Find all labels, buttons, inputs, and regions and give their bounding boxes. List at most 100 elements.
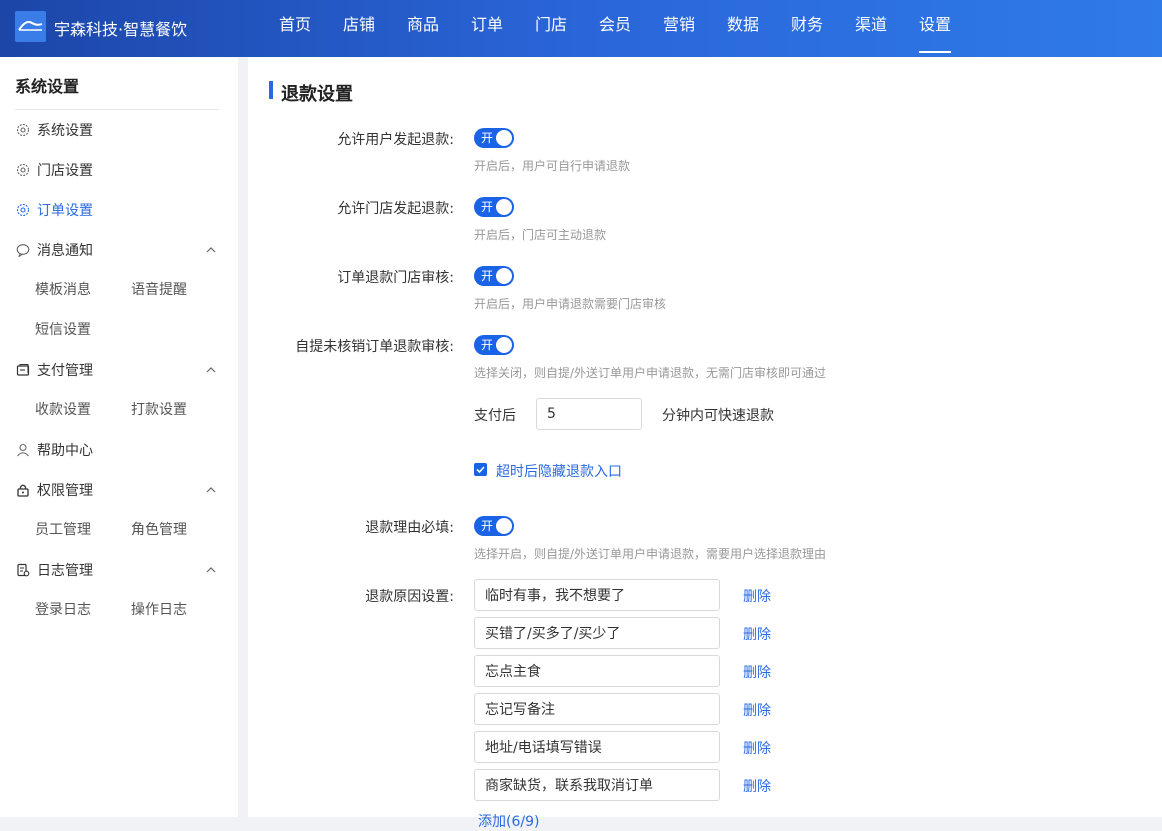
nav-shop[interactable]: 店铺 [327, 0, 391, 57]
nav-home[interactable]: 首页 [263, 0, 327, 57]
delete-reason-link[interactable]: 删除 [743, 700, 771, 720]
sidebar-subitem-sms[interactable]: 短信设置 [35, 319, 91, 339]
lock-icon [15, 482, 31, 498]
delete-reason-link[interactable]: 删除 [743, 624, 771, 644]
hide-refund-entry-label[interactable]: 超时后隐藏退款入口 [496, 461, 622, 481]
gear-icon [15, 162, 31, 178]
chevron-up-icon[interactable] [205, 364, 217, 376]
toggle-knob [496, 268, 512, 284]
sidebar-item-label: 权限管理 [37, 483, 93, 499]
setting-label: 允许用户发起退款: [337, 132, 454, 148]
sidebar-item-label: 帮助中心 [37, 443, 93, 459]
sidebar-subitem-operation-log[interactable]: 操作日志 [131, 599, 187, 619]
setting-hint: 开启后，用户申请退款需要门店审核 [474, 297, 667, 311]
sidebar-item-label: 订单设置 [37, 203, 93, 219]
setting-label: 退款理由必填: [365, 520, 454, 536]
delete-reason-link[interactable]: 删除 [743, 738, 771, 758]
quick-refund-suffix: 分钟内可快速退款 [662, 408, 774, 424]
sidebar-item-help[interactable]: 帮助中心 [15, 440, 93, 460]
nav-settings[interactable]: 设置 [903, 0, 967, 57]
wallet-icon [15, 362, 31, 378]
setting-hint: 开启后，用户可自行申请退款 [474, 159, 631, 173]
chevron-up-icon[interactable] [205, 244, 217, 256]
toggle-text: 开 [481, 519, 494, 533]
section-accent-bar [269, 81, 273, 99]
refund-reason-input[interactable] [474, 769, 720, 801]
message-icon [15, 242, 31, 258]
top-nav: 首页 店铺 商品 订单 门店 会员 营销 数据 财务 渠道 设置 [263, 0, 967, 57]
checkmark-icon [476, 466, 485, 474]
toggle-knob [496, 337, 512, 353]
setting-hint: 选择开启，则自提/外送订单用户申请退款，需要用户选择退款理由 [474, 547, 827, 561]
nav-data[interactable]: 数据 [711, 0, 775, 57]
delete-reason-link[interactable]: 删除 [743, 776, 771, 796]
setting-label: 退款原因设置: [365, 589, 454, 605]
sidebar: 系统设置 系统设置 门店设置 订单设置 消息通知 模板消息 语音提醒 短信设置 … [0, 57, 238, 817]
store-review-toggle[interactable]: 开 [474, 266, 514, 286]
toggle-text: 开 [481, 131, 494, 145]
sidebar-subitem-voice-alert[interactable]: 语音提醒 [131, 279, 187, 299]
allow-user-refund-toggle[interactable]: 开 [474, 128, 514, 148]
sidebar-item-payment[interactable]: 支付管理 [15, 360, 93, 380]
toggle-knob [496, 130, 512, 146]
nav-goods[interactable]: 商品 [391, 0, 455, 57]
refund-reason-input[interactable] [474, 731, 720, 763]
nav-channels[interactable]: 渠道 [839, 0, 903, 57]
refund-reason-input[interactable] [474, 693, 720, 725]
gear-icon [15, 202, 31, 218]
toggle-text: 开 [481, 338, 494, 352]
sidebar-subitem-staff[interactable]: 员工管理 [35, 519, 91, 539]
nav-members[interactable]: 会员 [583, 0, 647, 57]
add-reason-link[interactable]: 添加(6/9) [478, 811, 539, 831]
refund-reason-input[interactable] [474, 617, 720, 649]
setting-hint: 选择关闭，则自提/外送订单用户申请退款，无需门店审核即可通过 [474, 366, 827, 380]
gear-icon [15, 122, 31, 138]
toggle-text: 开 [481, 269, 494, 283]
delete-reason-link[interactable]: 删除 [743, 586, 771, 606]
setting-label: 订单退款门店审核: [337, 270, 454, 286]
sidebar-title: 系统设置 [15, 77, 80, 96]
refund-reason-input[interactable] [474, 579, 720, 611]
nav-finance[interactable]: 财务 [775, 0, 839, 57]
sidebar-item-label: 系统设置 [37, 123, 93, 139]
sidebar-item-notifications[interactable]: 消息通知 [15, 240, 93, 260]
sidebar-subitem-template-msg[interactable]: 模板消息 [35, 279, 91, 299]
refund-reason-input[interactable] [474, 655, 720, 687]
log-icon [15, 562, 31, 578]
chevron-up-icon[interactable] [205, 564, 217, 576]
sidebar-item-system[interactable]: 系统设置 [15, 120, 93, 140]
sidebar-item-order[interactable]: 订单设置 [15, 200, 93, 220]
sidebar-subitem-roles[interactable]: 角色管理 [131, 519, 187, 539]
top-header: 宇森科技·智慧餐饮 首页 店铺 商品 订单 门店 会员 营销 数据 财务 渠道 … [0, 0, 1162, 57]
logo-mark-icon [18, 20, 43, 31]
sidebar-item-label: 门店设置 [37, 163, 93, 179]
nav-stores[interactable]: 门店 [519, 0, 583, 57]
toggle-text: 开 [481, 200, 494, 214]
sidebar-divider [15, 109, 219, 110]
sidebar-item-logs[interactable]: 日志管理 [15, 560, 93, 580]
sidebar-subitem-collection[interactable]: 收款设置 [35, 399, 91, 419]
reason-required-toggle[interactable]: 开 [474, 516, 514, 536]
pickup-unverified-review-toggle[interactable]: 开 [474, 335, 514, 355]
delete-reason-link[interactable]: 删除 [743, 662, 771, 682]
sidebar-item-permissions[interactable]: 权限管理 [15, 480, 93, 500]
main-panel: 退款设置 允许用户发起退款: 开 开启后，用户可自行申请退款 允许门店发起退款:… [248, 57, 1162, 830]
nav-orders[interactable]: 订单 [455, 0, 519, 57]
sidebar-subitem-payout[interactable]: 打款设置 [131, 399, 187, 419]
hide-refund-entry-checkbox[interactable] [474, 463, 487, 476]
nav-marketing[interactable]: 营销 [647, 0, 711, 57]
quick-refund-prefix: 支付后 [474, 408, 516, 424]
sidebar-item-label: 支付管理 [37, 363, 93, 379]
sidebar-item-store[interactable]: 门店设置 [15, 160, 93, 180]
logo [15, 11, 46, 42]
allow-store-refund-toggle[interactable]: 开 [474, 197, 514, 217]
brand-name: 宇森科技·智慧餐饮 [54, 20, 188, 39]
sidebar-item-label: 消息通知 [37, 243, 93, 259]
setting-label: 允许门店发起退款: [337, 201, 454, 217]
quick-refund-minutes-input[interactable] [536, 398, 642, 430]
sidebar-subitem-login-log[interactable]: 登录日志 [35, 599, 91, 619]
chevron-up-icon[interactable] [205, 484, 217, 496]
section-title: 退款设置 [281, 84, 353, 105]
setting-hint: 开启后，门店可主动退款 [474, 228, 607, 242]
sidebar-item-label: 日志管理 [37, 563, 93, 579]
